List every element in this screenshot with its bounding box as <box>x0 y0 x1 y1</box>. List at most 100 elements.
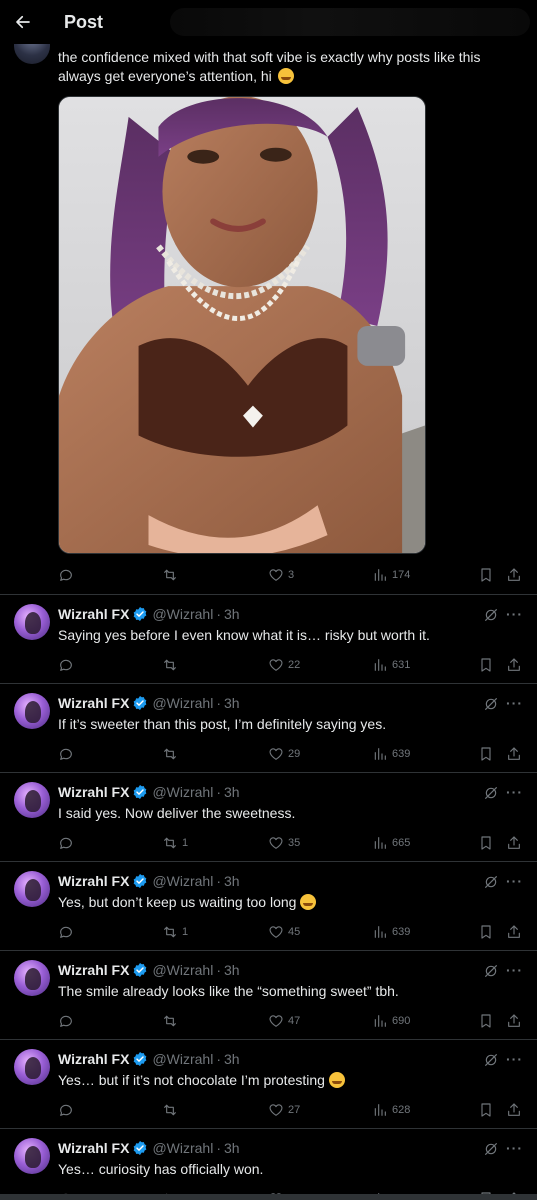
like-button[interactable]: 3 <box>268 565 294 585</box>
grok-icon[interactable] <box>483 1141 499 1157</box>
display-name[interactable]: Wizrahl FX <box>58 962 129 978</box>
repost-button[interactable] <box>162 1100 182 1120</box>
reply-button[interactable] <box>58 1011 74 1031</box>
like-button[interactable]: 35 <box>268 833 300 853</box>
user-handle[interactable]: @Wizrahl <box>152 873 213 889</box>
more-options-button[interactable]: ··· <box>506 873 523 889</box>
timestamp[interactable]: 3h <box>224 784 240 800</box>
more-options-button[interactable]: ··· <box>506 962 523 978</box>
display-name[interactable]: Wizrahl FX <box>58 1051 129 1067</box>
repost-button[interactable]: 1 <box>162 922 188 942</box>
repost-icon <box>164 1104 176 1116</box>
display-name[interactable]: Wizrahl FX <box>58 606 129 622</box>
more-options-button[interactable]: ··· <box>506 695 523 711</box>
views-button[interactable]: 628 <box>372 1100 410 1120</box>
share-button[interactable] <box>506 565 522 585</box>
timestamp[interactable]: 3h <box>224 1140 240 1156</box>
repost-button[interactable] <box>162 655 182 675</box>
like-button[interactable]: 45 <box>268 922 300 942</box>
repost-button[interactable] <box>162 565 182 585</box>
views-button[interactable]: 174 <box>372 565 410 585</box>
grok-icon[interactable] <box>483 785 499 801</box>
avatar[interactable] <box>14 782 50 818</box>
reply-item[interactable]: Wizrahl FX @Wizrahl · 3h ··· If it’s swe… <box>0 684 537 773</box>
reply-button[interactable] <box>58 833 74 853</box>
bookmark-button[interactable] <box>478 833 494 853</box>
reply-item[interactable]: Wizrahl FX @Wizrahl · 3h ··· Yes… but if… <box>0 1040 537 1129</box>
repost-icon <box>164 926 176 938</box>
user-handle[interactable]: @Wizrahl <box>152 1140 213 1156</box>
share-button[interactable] <box>506 833 522 853</box>
display-name[interactable]: Wizrahl FX <box>58 873 129 889</box>
avatar[interactable] <box>14 693 50 729</box>
reply-button[interactable] <box>58 655 74 675</box>
user-handle[interactable]: @Wizrahl <box>152 1051 213 1067</box>
avatar[interactable] <box>14 604 50 640</box>
like-count: 35 <box>288 837 301 849</box>
reply-button[interactable] <box>58 922 74 942</box>
grok-icon[interactable] <box>483 607 499 623</box>
views-chart-icon <box>374 1104 386 1116</box>
views-button[interactable]: 631 <box>372 655 410 675</box>
user-handle[interactable]: @Wizrahl <box>152 606 213 622</box>
grok-icon[interactable] <box>483 1052 499 1068</box>
display-name[interactable]: Wizrahl FX <box>58 784 129 800</box>
share-button[interactable] <box>506 655 522 675</box>
reply-button[interactable] <box>58 565 78 585</box>
like-button[interactable]: 22 <box>268 655 300 675</box>
like-button[interactable]: 27 <box>268 1100 300 1120</box>
avatar[interactable] <box>14 871 50 907</box>
timestamp[interactable]: 3h <box>224 962 240 978</box>
grok-icon[interactable] <box>483 696 499 712</box>
avatar[interactable] <box>14 960 50 996</box>
post-image[interactable] <box>58 96 426 554</box>
reply-item[interactable]: Wizrahl FX @Wizrahl · 3h ··· Yes… curios… <box>0 1129 537 1200</box>
more-options-button[interactable]: ··· <box>506 606 523 622</box>
reply-button[interactable] <box>58 1100 74 1120</box>
more-options-button[interactable]: ··· <box>506 784 523 800</box>
reply-button[interactable] <box>58 744 74 764</box>
bookmark-button[interactable] <box>478 1011 494 1031</box>
reply-text-content: If it’s sweeter than this post, I’m defi… <box>58 716 387 732</box>
display-name[interactable]: Wizrahl FX <box>58 1140 129 1156</box>
bookmark-button[interactable] <box>478 655 494 675</box>
timestamp[interactable]: 3h <box>224 695 240 711</box>
bookmark-icon <box>481 1014 491 1028</box>
repost-button[interactable] <box>162 1011 182 1031</box>
reply-item[interactable]: Wizrahl FX @Wizrahl · 3h ··· Yes, but do… <box>0 862 537 951</box>
like-button[interactable]: 29 <box>268 744 300 764</box>
like-button[interactable]: 47 <box>268 1011 300 1031</box>
grok-icon[interactable] <box>483 963 499 979</box>
back-button[interactable] <box>0 0 46 44</box>
share-button[interactable] <box>506 1100 522 1120</box>
share-button[interactable] <box>506 922 522 942</box>
views-button[interactable]: 639 <box>372 922 410 942</box>
timestamp[interactable]: 3h <box>224 873 240 889</box>
timestamp[interactable]: 3h <box>224 606 240 622</box>
timestamp[interactable]: 3h <box>224 1051 240 1067</box>
display-name[interactable]: Wizrahl FX <box>58 695 129 711</box>
bookmark-icon <box>481 925 491 939</box>
views-button[interactable]: 639 <box>372 744 410 764</box>
reply-item[interactable]: Wizrahl FX @Wizrahl · 3h ··· The smile a… <box>0 951 537 1040</box>
avatar[interactable] <box>14 1049 50 1085</box>
views-button[interactable]: 690 <box>372 1011 410 1031</box>
bookmark-button[interactable] <box>478 1100 494 1120</box>
views-button[interactable]: 665 <box>372 833 410 853</box>
user-handle[interactable]: @Wizrahl <box>152 962 213 978</box>
more-options-button[interactable]: ··· <box>506 1140 523 1156</box>
bookmark-button[interactable] <box>478 565 494 585</box>
share-button[interactable] <box>506 1011 522 1031</box>
more-options-button[interactable]: ··· <box>506 1051 523 1067</box>
user-handle[interactable]: @Wizrahl <box>152 695 213 711</box>
grok-icon[interactable] <box>483 874 499 890</box>
user-handle[interactable]: @Wizrahl <box>152 784 213 800</box>
bookmark-button[interactable] <box>478 922 494 942</box>
share-button[interactable] <box>506 744 522 764</box>
bookmark-button[interactable] <box>478 744 494 764</box>
repost-button[interactable]: 1 <box>162 833 188 853</box>
avatar[interactable] <box>14 1138 50 1174</box>
repost-button[interactable] <box>162 744 182 764</box>
reply-item[interactable]: Wizrahl FX @Wizrahl · 3h ··· Saying yes … <box>0 595 537 684</box>
reply-item[interactable]: Wizrahl FX @Wizrahl · 3h ··· I said yes.… <box>0 773 537 862</box>
